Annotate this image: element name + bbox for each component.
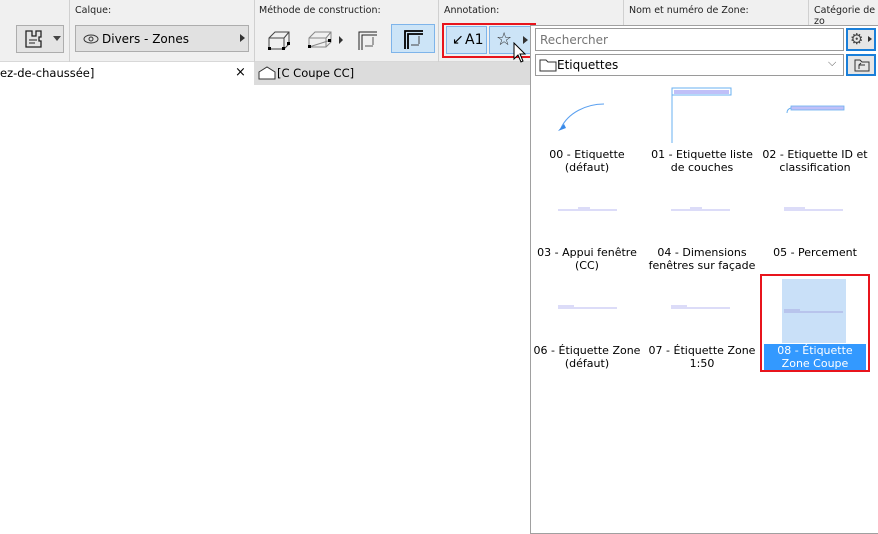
folder-dropdown[interactable]: Etiquettes ⌵: [535, 54, 844, 76]
label-thumbnail: [558, 305, 617, 309]
label-thumbnail: [671, 305, 730, 309]
tab-section[interactable]: [C Coupe CC]: [254, 62, 534, 85]
divider: [438, 0, 439, 62]
label-thumbnail: [558, 103, 605, 131]
selected-thumbnail: [782, 279, 846, 343]
document-icon: [25, 30, 42, 48]
search-input[interactable]: [535, 28, 844, 51]
tab-label: [C Coupe CC]: [277, 66, 355, 80]
section-icon: [258, 66, 276, 80]
chevron-down-icon: ⌵: [828, 56, 837, 69]
label-thumbnail: [671, 207, 730, 211]
zone-category-label: Catégorie de zo: [814, 5, 876, 27]
annotation-label: Annotation:: [444, 5, 500, 16]
divider: [254, 0, 255, 62]
star-icon: ☆: [496, 29, 513, 50]
reference-line-selected-button[interactable]: [391, 24, 435, 53]
layer-label: Calque:: [75, 5, 112, 16]
geometry-method-dropdown-icon[interactable]: [306, 28, 346, 52]
favorite-item[interactable]: 06 - Étiquette Zone (défaut): [531, 344, 643, 370]
reference-line-inside-icon: [404, 30, 423, 49]
favorite-item[interactable]: 00 - Etiquette (défaut): [531, 148, 643, 174]
favorite-item[interactable]: 03 - Appui fenêtre (CC): [531, 246, 643, 272]
divider: [69, 0, 70, 62]
reference-line-icon[interactable]: [356, 29, 380, 51]
favorite-item-selected[interactable]: 08 - Étiquette Zone Coupe: [760, 274, 870, 372]
label-thumbnail: [784, 309, 843, 313]
chevron-right-icon: [868, 36, 875, 42]
favorite-item[interactable]: 04 - Dimensions fenêtres sur façade: [646, 246, 758, 272]
parent-folder-button[interactable]: [846, 54, 876, 76]
folder-icon: [539, 59, 557, 72]
folder-name: Etiquettes: [557, 58, 619, 72]
favorite-item[interactable]: 02 - Etiquette ID et classification: [759, 148, 871, 174]
label-thumbnail: [671, 87, 732, 143]
settings-button[interactable]: ⚙: [846, 28, 876, 51]
construction-label: Méthode de construction:: [259, 5, 381, 16]
chevron-right-icon: [240, 34, 249, 42]
arrow-label-icon: ↙: [452, 32, 464, 48]
zone-name-label: Nom et numéro de Zone:: [629, 5, 749, 16]
favorite-item[interactable]: 01 - Etiquette liste de couches: [646, 148, 758, 174]
chevron-down-icon: [53, 36, 61, 45]
label-thumbnail: [558, 207, 617, 211]
eye-icon: [83, 34, 99, 44]
annotation-tool-button[interactable]: ↙ A1: [446, 26, 487, 54]
layer-value: Divers - Zones: [102, 32, 190, 46]
mouse-cursor-icon: [513, 42, 527, 63]
geometry-method-icon[interactable]: [266, 28, 294, 52]
label-thumbnail: [786, 105, 845, 114]
close-icon[interactable]: ×: [235, 65, 246, 80]
annotation-text: A1: [465, 32, 484, 48]
favorite-item[interactable]: 07 - Étiquette Zone 1:50: [646, 344, 758, 370]
selected-item-label: 08 - Étiquette Zone Coupe: [764, 344, 866, 370]
layer-selector[interactable]: Divers - Zones: [75, 25, 249, 52]
tab-label: ez-de-chaussée]: [0, 66, 95, 80]
favorites-settings-button[interactable]: [16, 25, 64, 53]
tab-floor-plan[interactable]: ez-de-chaussée] ×: [0, 62, 254, 85]
favorites-popup: ⚙ Etiquettes ⌵ 00 - Etiquette (défaut) 0…: [530, 25, 878, 534]
folder-up-icon: [854, 59, 870, 72]
gear-icon: ⚙: [850, 30, 864, 48]
favorite-item[interactable]: 05 - Percement: [759, 246, 871, 259]
label-thumbnail: [784, 207, 843, 211]
